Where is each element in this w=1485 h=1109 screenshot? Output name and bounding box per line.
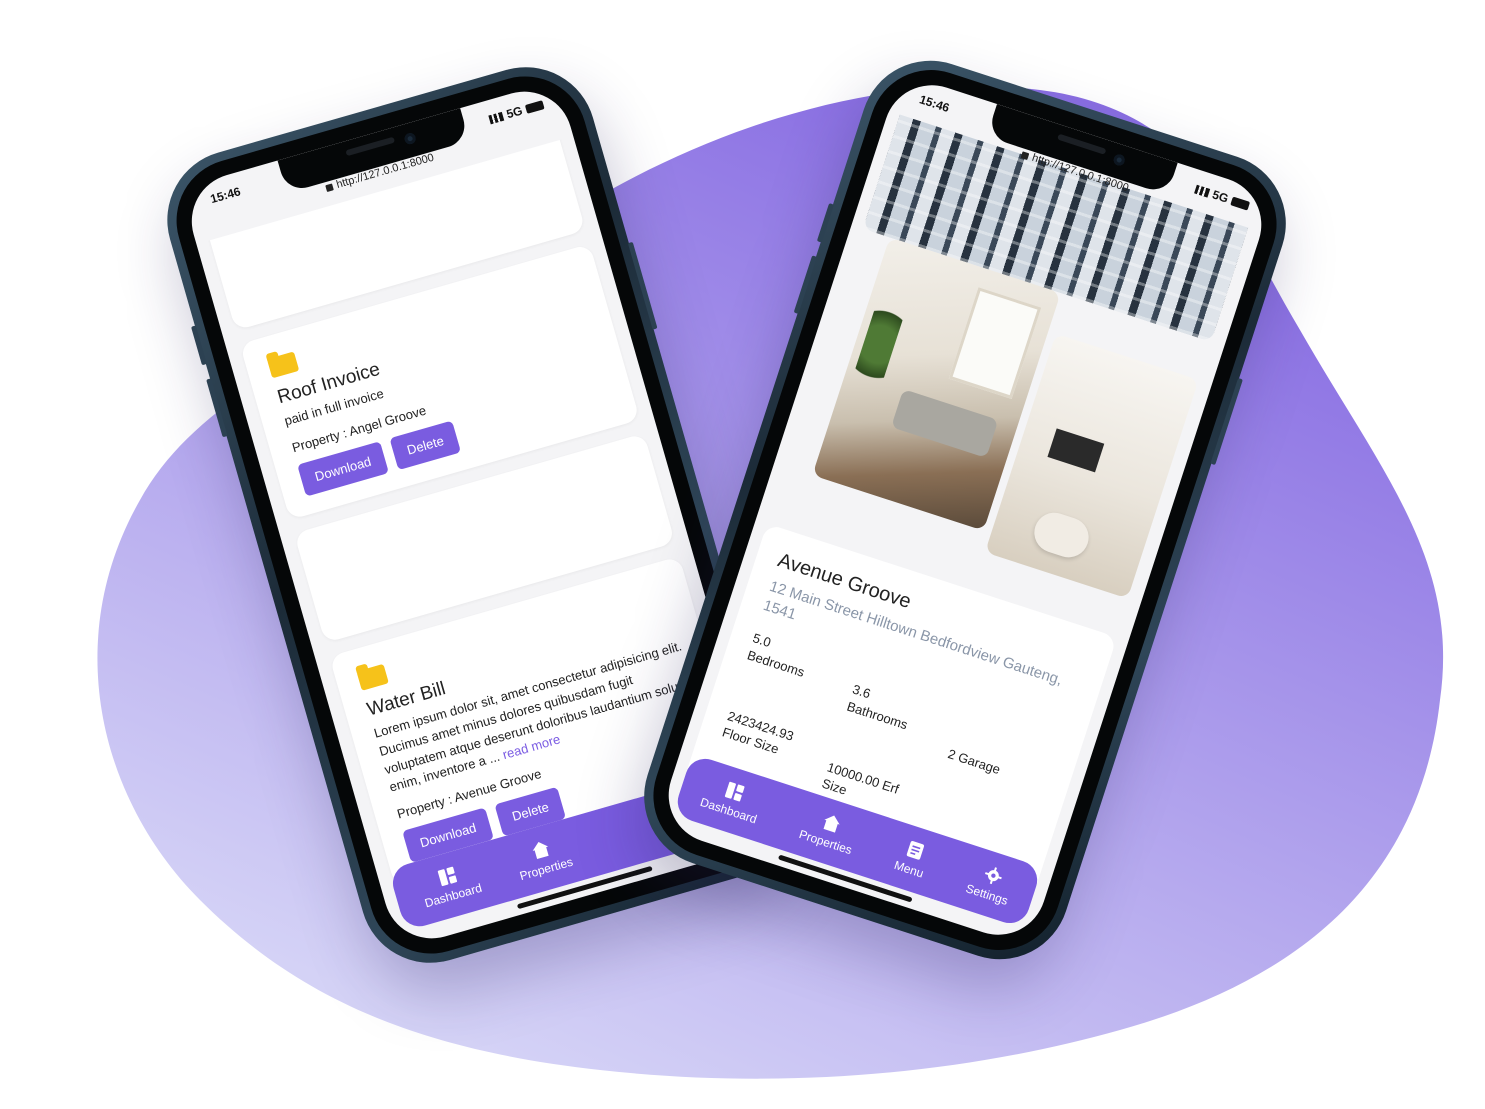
garage-label: 2 Garage: [946, 746, 1003, 778]
status-time: 15:46: [917, 92, 952, 116]
nav-properties[interactable]: Properties: [797, 806, 860, 857]
gear-icon: [984, 867, 1002, 884]
dashboard-icon: [724, 781, 745, 802]
home-icon: [823, 815, 840, 833]
lock-icon: [1020, 151, 1030, 161]
nav-menu[interactable]: Menu: [892, 837, 932, 881]
dashboard-icon: [438, 866, 458, 886]
delete-button[interactable]: Delete: [389, 420, 462, 471]
menu-icon: [906, 840, 924, 860]
network-label: 5G: [1210, 187, 1231, 206]
nav-dashboard[interactable]: Dashboard: [698, 774, 765, 826]
network-label: 5G: [504, 103, 525, 122]
folder-icon: [356, 663, 389, 691]
battery-icon: [524, 99, 545, 114]
signal-icon: [1194, 184, 1211, 198]
folder-icon: [266, 351, 300, 379]
lock-icon: [325, 183, 334, 193]
signal-icon: [488, 111, 505, 124]
nav-properties[interactable]: Properties: [512, 833, 575, 884]
nav-dashboard[interactable]: Dashboard: [417, 860, 484, 911]
battery-icon: [1230, 195, 1251, 211]
nav-settings[interactable]: Settings: [964, 860, 1016, 908]
nav-label: Properties: [518, 854, 575, 884]
nav-label: Dashboard: [698, 794, 759, 827]
status-time: 15:46: [208, 184, 243, 207]
home-icon: [532, 841, 549, 860]
nav-label: Properties: [797, 827, 854, 858]
nav-label: Dashboard: [423, 880, 484, 911]
nav-label: Settings: [964, 881, 1010, 908]
